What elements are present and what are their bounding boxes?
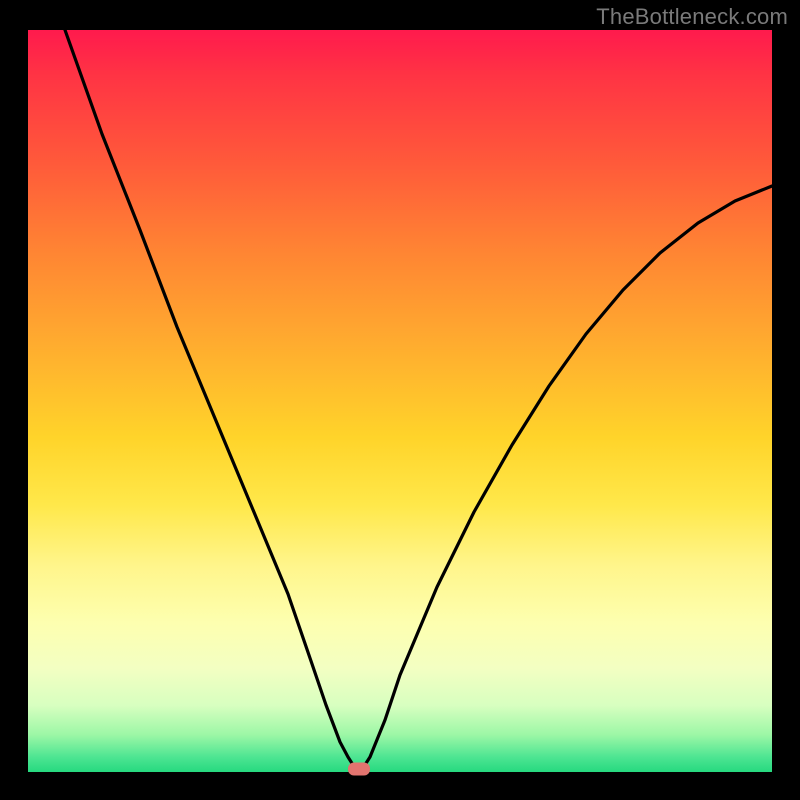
- watermark-text: TheBottleneck.com: [596, 4, 788, 30]
- plot-area: [28, 30, 772, 772]
- minimum-marker: [348, 763, 370, 776]
- chart-frame: TheBottleneck.com: [0, 0, 800, 800]
- bottleneck-curve: [28, 30, 772, 772]
- curve-path: [65, 30, 772, 768]
